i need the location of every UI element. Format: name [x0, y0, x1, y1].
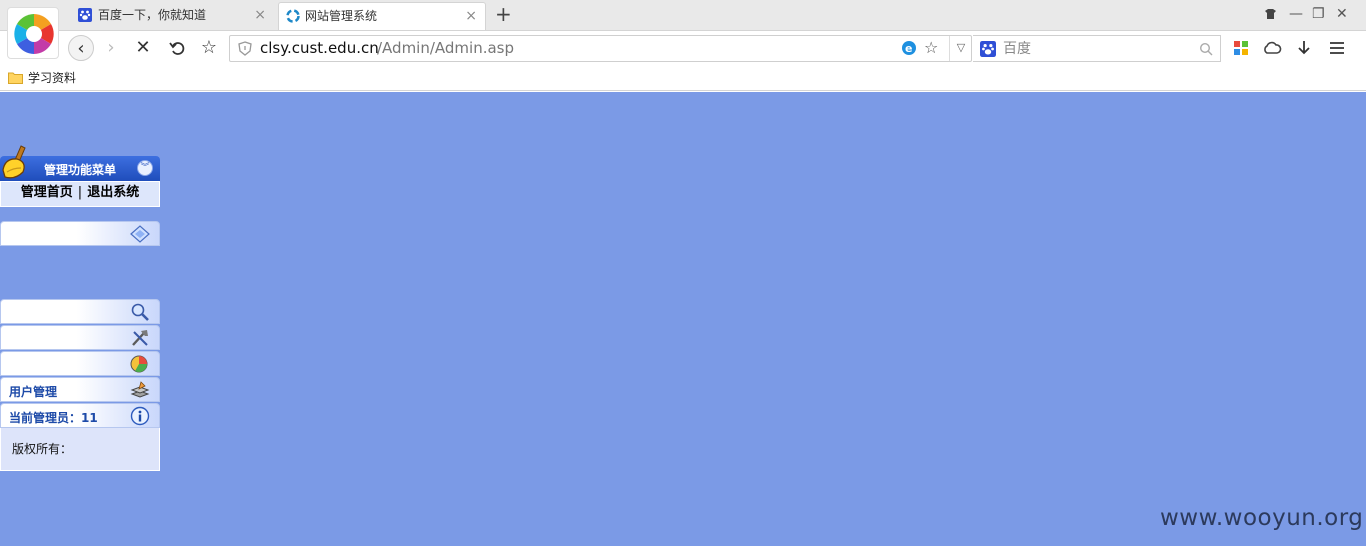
chevron-down-icon[interactable]: ▽: [949, 36, 972, 61]
folder-icon: [8, 72, 23, 84]
chevron-double-down-icon: ︾: [140, 163, 150, 173]
chart-icon: [130, 355, 148, 373]
baidu-paw-icon[interactable]: [980, 41, 996, 57]
minimize-icon[interactable]: —: [1289, 4, 1303, 24]
menu-category-current-admin[interactable]: 当前管理员：11: [0, 403, 160, 428]
copyright-text: 版权所有：: [12, 442, 73, 456]
browser-logo[interactable]: [7, 7, 59, 59]
magnifier-icon: [131, 303, 149, 321]
bookmarks-bar: 学习资料: [0, 65, 1366, 91]
browser-titlebar: 百度一下，你就知道 × 网站管理系统 × + — ❐ ✕: [0, 0, 1366, 30]
stack-icon: [130, 381, 150, 398]
bookmark-star-button[interactable]: ☆: [196, 35, 222, 61]
admin-home-link[interactable]: 管理首页: [21, 185, 73, 200]
menu-category-4[interactable]: [0, 351, 160, 376]
browser-logo-icon: [14, 14, 54, 54]
download-icon[interactable]: [1294, 38, 1314, 58]
new-tab-button[interactable]: +: [495, 2, 512, 26]
tab-title: 百度一下，你就知道: [98, 8, 207, 22]
current-admin-label: 当前管理员：11: [9, 411, 98, 425]
bookmark-folder-study[interactable]: 学习资料: [8, 69, 76, 87]
close-tab-icon[interactable]: ×: [465, 3, 477, 29]
info-icon: [130, 406, 150, 426]
diamond-icon: [130, 225, 150, 243]
url-host: clsy.cust.edu.cn: [260, 39, 379, 57]
category-label: 用户管理: [9, 385, 58, 399]
browser-navbar: ‹ › ✕ ☆ clsy.cust.edu.cn /Admin/Admin.as…: [0, 30, 1366, 65]
restore-icon[interactable]: ❐: [1312, 4, 1325, 24]
close-tab-icon[interactable]: ×: [254, 2, 266, 28]
menu-category-users[interactable]: 用户管理: [0, 377, 160, 402]
url-path: /Admin/Admin.asp: [377, 39, 515, 57]
cloud-icon[interactable]: [1262, 38, 1282, 58]
menu-quick-links: 管理首页 | 退出系统: [0, 181, 160, 207]
menu-category-2[interactable]: [0, 299, 160, 324]
close-window-icon[interactable]: ✕: [1336, 4, 1348, 24]
skin-icon[interactable]: [1264, 4, 1277, 26]
svg-text:e: e: [905, 42, 912, 55]
loading-spinner-icon: [286, 9, 300, 23]
stop-loading-button[interactable]: ✕: [130, 35, 156, 61]
copyright-panel: 版权所有：: [0, 428, 160, 471]
watermark: www.wooyun.org: [1160, 505, 1364, 531]
broom-icon: [2, 145, 26, 179]
undo-arrow-icon: [169, 42, 185, 55]
apps-grid-icon[interactable]: [1231, 38, 1251, 58]
logout-link[interactable]: 退出系统: [87, 185, 139, 200]
menu-category-1[interactable]: [0, 221, 160, 246]
search-bar: [973, 35, 1221, 62]
reload-button[interactable]: [164, 35, 190, 61]
forward-button[interactable]: ›: [98, 35, 124, 61]
shield-icon[interactable]: [238, 41, 252, 56]
hamburger-menu-icon[interactable]: [1327, 38, 1347, 58]
tab-baidu[interactable]: 百度一下，你就知道 ×: [78, 2, 274, 30]
tab-title: 网站管理系统: [305, 9, 378, 23]
menu-title: 管理功能菜单: [44, 163, 117, 177]
search-icon[interactable]: [1199, 42, 1213, 56]
tools-icon: [132, 330, 148, 346]
address-bar[interactable]: clsy.cust.edu.cn /Admin/Admin.asp e ☆ ▽: [229, 35, 972, 62]
link-separator: |: [77, 185, 83, 200]
ie-compat-icon[interactable]: e: [901, 40, 917, 56]
collapse-menu-button[interactable]: ︾: [137, 160, 153, 176]
favorite-star-icon[interactable]: ☆: [924, 38, 938, 57]
back-button[interactable]: ‹: [68, 35, 94, 61]
tab-admin-system[interactable]: 网站管理系统 ×: [278, 2, 486, 30]
baidu-paw-icon: [78, 8, 92, 22]
bookmark-folder-label: 学习资料: [28, 71, 77, 85]
admin-page: 管理功能菜单 ︾ 管理首页 | 退出系统 用户管理 当前管理员：11 版权所有：: [0, 92, 1366, 546]
search-input[interactable]: [1003, 39, 1193, 59]
menu-category-3[interactable]: [0, 325, 160, 350]
